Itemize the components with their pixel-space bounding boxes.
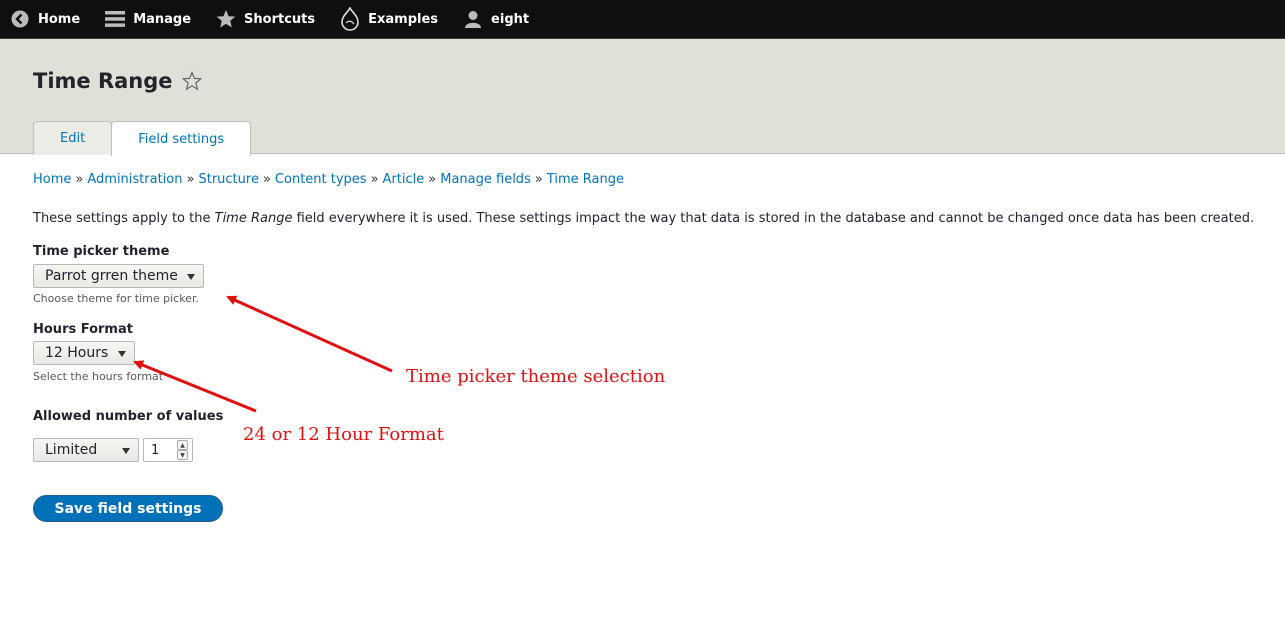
breadcrumb-article[interactable]: Article: [383, 172, 425, 187]
page-header: Time Range Edit Field settings: [0, 39, 1285, 156]
spin-up-icon[interactable]: ▲: [177, 440, 188, 450]
user-icon: [463, 9, 483, 29]
admin-toolbar: Home Manage Shortcuts Examples eight: [0, 0, 1285, 39]
shortcut-star-icon[interactable]: [181, 71, 202, 91]
theme-help: Choose theme for time picker.: [33, 292, 199, 305]
theme-select[interactable]: Parrot grren theme: [33, 264, 204, 288]
hours-select[interactable]: 12 Hours: [33, 341, 135, 365]
description-field-name: Time Range: [214, 211, 293, 226]
cardinality-number-input[interactable]: 1 ▲ ▼: [143, 438, 193, 462]
cardinality-select-value: Limited: [45, 442, 98, 458]
page-title: Time Range: [33, 69, 202, 93]
toolbar-examples[interactable]: Examples: [340, 0, 438, 39]
breadcrumb-manage-fields[interactable]: Manage fields: [440, 172, 531, 187]
tab-field-settings[interactable]: Field settings: [111, 121, 252, 156]
breadcrumb-separator: »: [262, 172, 271, 187]
chevron-down-icon: [187, 274, 195, 280]
toolbar-examples-label: Examples: [368, 11, 439, 27]
description-before: These settings apply to the: [33, 211, 215, 226]
back-arrow-icon: [10, 9, 30, 29]
hours-select-value: 12 Hours: [45, 345, 109, 361]
toolbar-manage-label: Manage: [133, 11, 192, 27]
field-settings-description: These settings apply to the Time Range f…: [33, 211, 1254, 226]
toolbar-home-label: Home: [38, 11, 81, 27]
spin-down-icon[interactable]: ▼: [177, 450, 188, 460]
hours-help: Select the hours format: [33, 370, 164, 383]
cardinality-select[interactable]: Limited: [33, 438, 139, 462]
toolbar-shortcuts-label: Shortcuts: [244, 11, 316, 27]
toolbar-manage[interactable]: Manage: [105, 0, 191, 39]
toolbar-home[interactable]: Home: [10, 0, 80, 39]
toolbar-shortcuts[interactable]: Shortcuts: [216, 0, 315, 39]
annotation-theme-label: Time picker theme selection: [406, 366, 666, 387]
breadcrumb-administration[interactable]: Administration: [87, 172, 182, 187]
allowed-label: Allowed number of values: [33, 409, 224, 424]
toolbar-user[interactable]: eight: [463, 0, 529, 39]
annotation-hours-label: 24 or 12 Hour Format: [243, 424, 444, 445]
theme-select-value: Parrot grren theme: [45, 268, 178, 284]
hours-label: Hours Format: [33, 322, 133, 337]
theme-label: Time picker theme: [33, 244, 170, 259]
breadcrumb-structure[interactable]: Structure: [198, 172, 258, 187]
tab-edit[interactable]: Edit: [33, 121, 113, 155]
number-spinner[interactable]: ▲ ▼: [177, 440, 188, 460]
breadcrumb-separator: »: [370, 172, 379, 187]
breadcrumb-home[interactable]: Home: [33, 172, 71, 187]
chevron-down-icon: [122, 448, 130, 454]
breadcrumb-separator: »: [534, 172, 543, 187]
description-after: field everywhere it is used. These setti…: [292, 211, 1255, 226]
drupal-drop-icon: [340, 7, 360, 31]
breadcrumb-time-range[interactable]: Time Range: [547, 172, 624, 187]
chevron-down-icon: [118, 351, 126, 357]
page-title-text: Time Range: [33, 69, 173, 93]
save-field-settings-button[interactable]: Save field settings: [33, 495, 223, 522]
breadcrumb-separator: »: [186, 172, 195, 187]
breadcrumb-content-types[interactable]: Content types: [275, 172, 367, 187]
primary-tabs: Edit Field settings: [33, 120, 252, 156]
cardinality-number-value: 1: [151, 442, 160, 458]
star-icon: [216, 9, 236, 29]
breadcrumb-separator: »: [75, 172, 84, 187]
annotation-arrow-theme: [226, 295, 393, 373]
breadcrumb: Home» Administration» Structure» Content ty…: [33, 172, 624, 187]
breadcrumb-separator: »: [428, 172, 437, 187]
menu-icon: [105, 9, 126, 29]
toolbar-user-label: eight: [491, 11, 530, 27]
